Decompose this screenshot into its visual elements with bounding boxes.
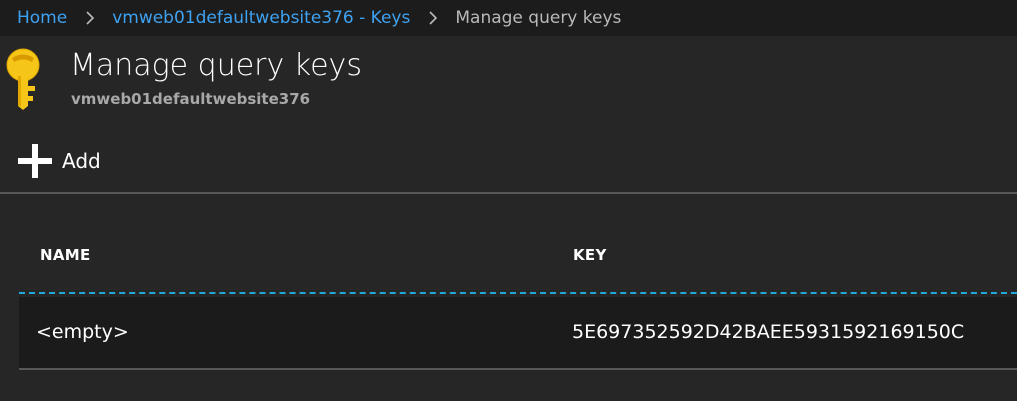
breadcrumb-home-link[interactable]: Home [17,8,67,28]
table-header: NAME KEY [19,228,1017,294]
breadcrumb-current: Manage query keys [455,8,622,28]
breadcrumb-keys-link[interactable]: vmweb01defaultwebsite376 - Keys [112,8,410,28]
page-header: Manage query keys vmweb01defaultwebsite3… [0,36,1017,126]
add-button-label: Add [62,149,101,173]
key-value-cell[interactable]: 5E697352592D42BAEE5931592169150C [572,321,964,343]
page-title: Manage query keys [70,48,362,83]
key-icon [6,48,40,110]
page-subtitle: vmweb01defaultwebsite376 [71,90,311,108]
plus-icon [18,144,52,178]
command-bar: Add [0,130,1017,194]
key-name-cell: <empty> [36,321,129,343]
column-header-name: NAME [40,246,91,264]
breadcrumb: Home vmweb01defaultwebsite376 - Keys Man… [0,0,1017,36]
chevron-right-icon [429,11,438,25]
table-row[interactable]: <empty> 5E697352592D42BAEE5931592169150C [19,297,1017,370]
column-header-key: KEY [573,246,607,264]
add-button[interactable]: Add [18,144,101,178]
chevron-right-icon [86,11,95,25]
query-keys-table: NAME KEY <empty> 5E697352592D42BAEE59315… [19,228,1017,370]
